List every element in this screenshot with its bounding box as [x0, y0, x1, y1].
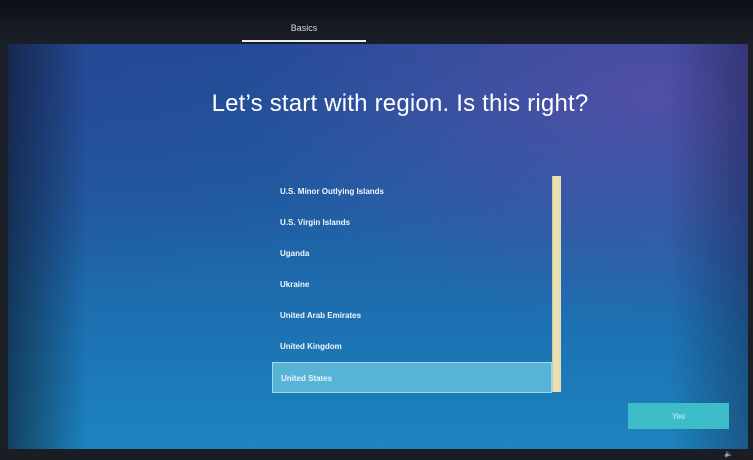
list-item[interactable]: U.S. Minor Outlying Islands — [272, 176, 552, 207]
page-title: Let’s start with region. Is this right? — [211, 90, 589, 117]
yes-button[interactable]: Yes — [628, 403, 729, 429]
vignette-left — [8, 44, 88, 458]
region-list-scrollbar[interactable] — [552, 176, 561, 392]
monitor-bezel-bottom — [0, 449, 753, 460]
list-item[interactable]: United Arab Emirates — [272, 300, 552, 331]
tab-underline — [242, 40, 366, 42]
vignette-right — [668, 44, 748, 458]
list-item[interactable]: United Kingdom — [272, 331, 552, 362]
region-list[interactable]: U.S. Minor Outlying Islands U.S. Virgin … — [272, 176, 552, 394]
speaker-icon[interactable]: 🔈 — [724, 450, 733, 458]
list-item[interactable]: Uganda — [272, 238, 552, 269]
list-item-selected[interactable]: United States — [272, 362, 552, 393]
list-item[interactable]: Ukraine — [272, 269, 552, 300]
setup-header — [0, 0, 753, 44]
tab-basics: Basics — [290, 23, 318, 33]
list-item[interactable]: U.S. Virgin Islands — [272, 207, 552, 238]
